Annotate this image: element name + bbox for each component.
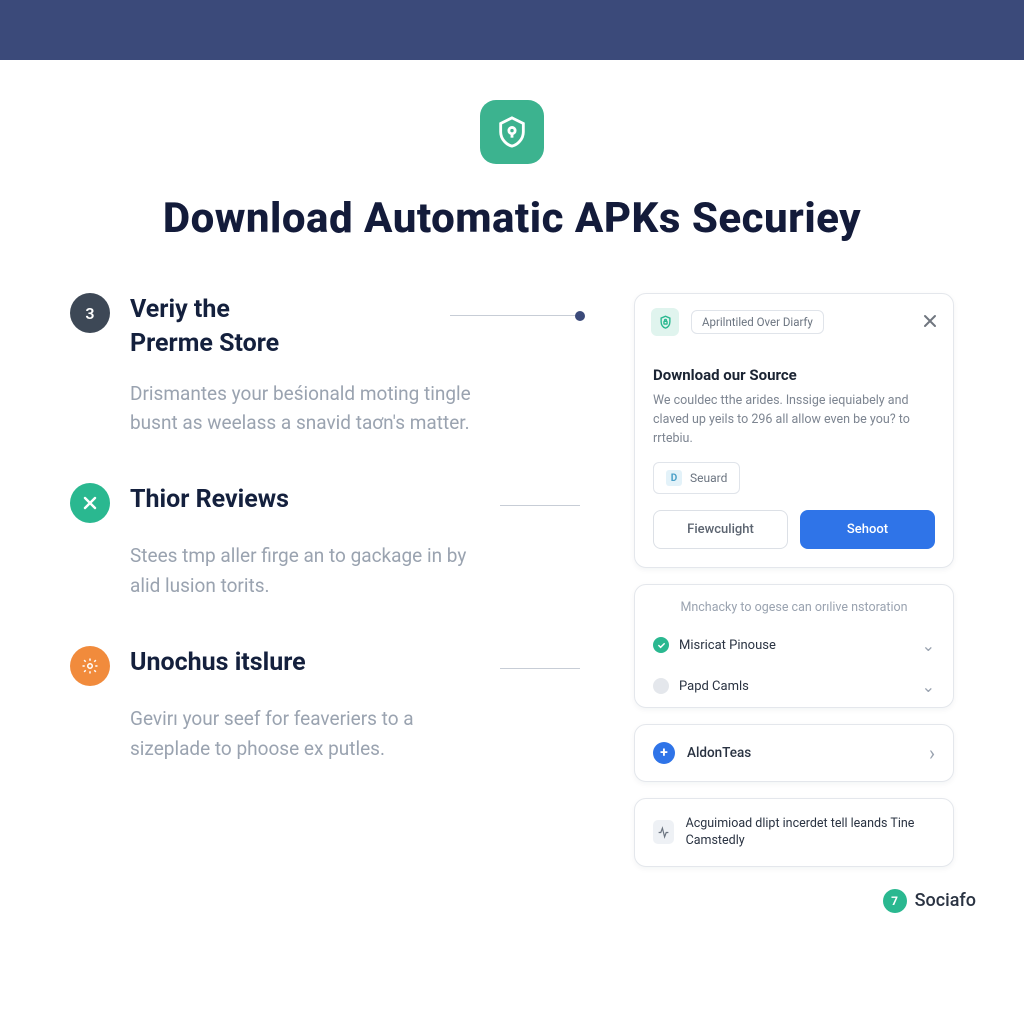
hero: Download Automatic APKs Securiey: [70, 100, 954, 243]
primary-button[interactable]: Sehoot: [800, 510, 935, 549]
brand-badge-icon: 7: [883, 889, 907, 913]
source-card: Aprilntiled Over Diarfy Download our Sou…: [634, 293, 954, 568]
step-body: Gevirı your seef for feaveriers to a siz…: [130, 704, 490, 763]
options-card: Mnchacky to ogese can orılive nstoration…: [634, 584, 954, 708]
main-container: Download Automatic APKs Securiey 3 Veriy…: [0, 60, 1024, 903]
document-card[interactable]: Acguimioad dlipt incerdet tell leands Ti…: [634, 798, 954, 867]
step-2: Thior Reviews Stees tmp aller firge an t…: [70, 483, 604, 600]
connector-dot: [575, 311, 585, 321]
step-title: Unochus itslure: [130, 646, 306, 680]
secondary-button[interactable]: Fiewculight: [653, 510, 788, 549]
document-text: Acguimioad dlipt incerdet tell leands Ti…: [686, 815, 935, 850]
card-actions: Fiewculight Sehoot: [635, 510, 953, 567]
card-tag: Aprilntiled Over Diarfy: [691, 310, 824, 334]
step-3: Unochus itslure Gevirı your seef for fea…: [70, 646, 604, 763]
connector-line: [500, 505, 580, 506]
option-row[interactable]: Misricat Pinouse ⌄: [635, 625, 953, 666]
step-body: Stees tmp aller firge an to gackage in b…: [130, 541, 490, 600]
source-chip[interactable]: D Seuard: [653, 462, 740, 494]
activity-icon: [653, 820, 674, 844]
step-1: 3 Veriy the Prerme Store Drismantes your…: [70, 293, 604, 437]
steps-column: 3 Veriy the Prerme Store Drismantes your…: [70, 293, 604, 883]
step-title: Thior Reviews: [130, 483, 289, 517]
plus-circle-icon: +: [653, 742, 675, 764]
action-label: AldonTeas: [687, 745, 751, 761]
chevron-down-icon: ⌄: [922, 636, 935, 655]
card-title: Download our Source: [653, 366, 935, 384]
step-badge-settings-icon: [70, 646, 110, 686]
step-badge-x-icon: [70, 483, 110, 523]
close-icon[interactable]: [923, 313, 937, 332]
card-text: We couldec tthe arides. lnssige iequiabe…: [653, 392, 935, 448]
chip-letter-icon: D: [666, 470, 682, 486]
brand-footer: 7 Sociafo: [883, 889, 976, 913]
content-columns: 3 Veriy the Prerme Store Drismantes your…: [70, 293, 954, 883]
card-body: Download our Source We couldec tthe arid…: [635, 350, 953, 510]
chip-text: Seuard: [690, 471, 727, 485]
step-title: Veriy the Prerme Store: [130, 293, 279, 361]
brand-name: Sociafo: [915, 890, 976, 911]
chevron-right-icon: ›: [929, 741, 935, 765]
chevron-down-icon: ⌄: [922, 677, 935, 696]
connector-line: [500, 668, 580, 669]
step-badge-number: 3: [70, 293, 110, 333]
lock-shield-icon: [651, 308, 679, 336]
page-title: Download Automatic APKs Securiey: [70, 194, 954, 243]
cards-column: Aprilntiled Over Diarfy Download our Sou…: [634, 293, 954, 883]
shield-security-icon: [480, 100, 544, 164]
circle-icon: [653, 678, 669, 694]
connector-line: [450, 315, 580, 316]
option-row[interactable]: Papd Camls ⌄: [635, 666, 953, 707]
check-circle-icon: [653, 637, 669, 653]
action-card[interactable]: + AldonTeas ›: [634, 724, 954, 782]
card-header: Aprilntiled Over Diarfy: [635, 294, 953, 350]
option-label: Misricat Pinouse: [679, 638, 776, 653]
top-bar: [0, 0, 1024, 60]
option-label: Papd Camls: [679, 679, 749, 694]
step-body: Drismantes your beśionald moting tingle …: [130, 379, 490, 438]
info-text: Mnchacky to ogese can orılive nstoration: [635, 585, 953, 625]
